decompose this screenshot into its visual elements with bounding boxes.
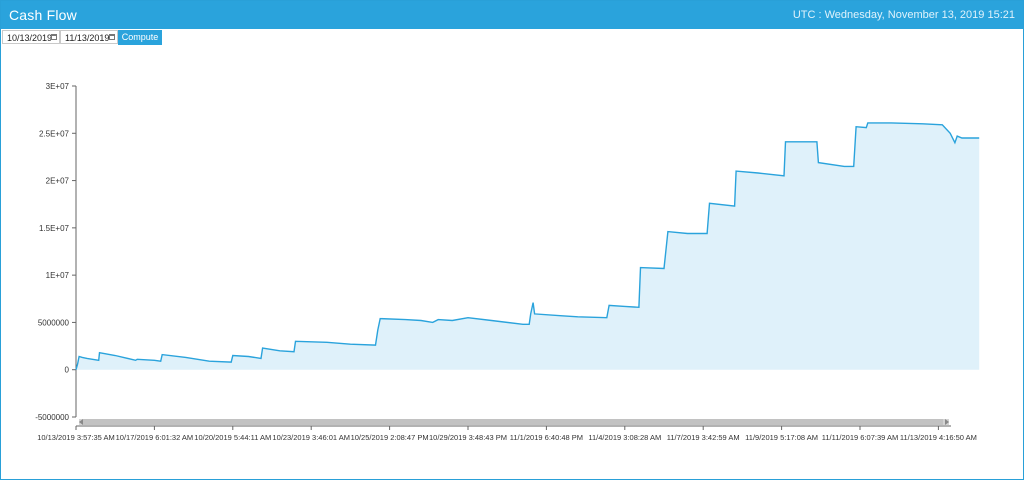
x-tick-label: 10/25/2019 2:08:47 PM (351, 433, 429, 442)
y-axis: 3E+07 2.5E+07 2E+07 1.5E+07 1E+07 5000000 0 -50… (35, 82, 77, 422)
utc-clock: UTC : Wednesday, November 13, 2019 15:21 (792, 9, 1015, 21)
panel-title: Cash Flow (9, 7, 77, 23)
y-tick-label: -5000000 (35, 413, 69, 422)
x-tick-label: 11/1/2019 6:40:48 PM (510, 433, 583, 442)
y-tick-label: 3E+07 (46, 82, 70, 91)
x-tick-label: 11/4/2019 3:08:28 AM (588, 433, 661, 442)
cash-flow-chart: 3E+07 2.5E+07 2E+07 1.5E+07 1E+07 5000000 0 -50… (35, 82, 980, 442)
plot-area (75, 122, 980, 370)
y-tick-label: 2.5E+07 (39, 129, 70, 138)
x-tick-label: 10/29/2019 3:48:43 PM (429, 433, 507, 442)
y-tick-label: 5000000 (38, 318, 70, 327)
title-bar: Cash Flow UTC : Wednesday, November 13, … (1, 1, 1023, 29)
y-tick-label: 1E+07 (46, 271, 70, 280)
scrollbar-thumb[interactable] (83, 419, 943, 425)
x-tick-label: 11/13/2019 4:16:50 AM (900, 433, 977, 442)
x-tick-label: 10/23/2019 3:46:01 AM (272, 433, 350, 442)
x-tick-label: 10/13/2019 3:57:35 AM (37, 433, 115, 442)
x-tick-label: 11/9/2019 5:17:08 AM (745, 433, 818, 442)
y-tick-label: 0 (65, 366, 70, 375)
x-tick-label: 11/7/2019 3:42:59 AM (667, 433, 740, 442)
cash-flow-panel: Cash Flow UTC : Wednesday, November 13, … (0, 0, 1024, 480)
x-tick-label: 10/20/2019 5:44:11 AM (194, 433, 271, 442)
x-axis: 10/13/2019 3:57:35 AM 10/17/2019 6:01:32 … (37, 425, 977, 442)
x-tick-label: 11/11/2019 6:07:39 AM (822, 433, 898, 442)
cash-flow-area (76, 122, 980, 370)
y-tick-label: 1.5E+07 (39, 224, 70, 233)
y-tick-label: 2E+07 (46, 177, 70, 186)
x-tick-label: 10/17/2019 6:01:32 AM (116, 433, 194, 442)
chart-scrollbar[interactable] (79, 419, 949, 425)
